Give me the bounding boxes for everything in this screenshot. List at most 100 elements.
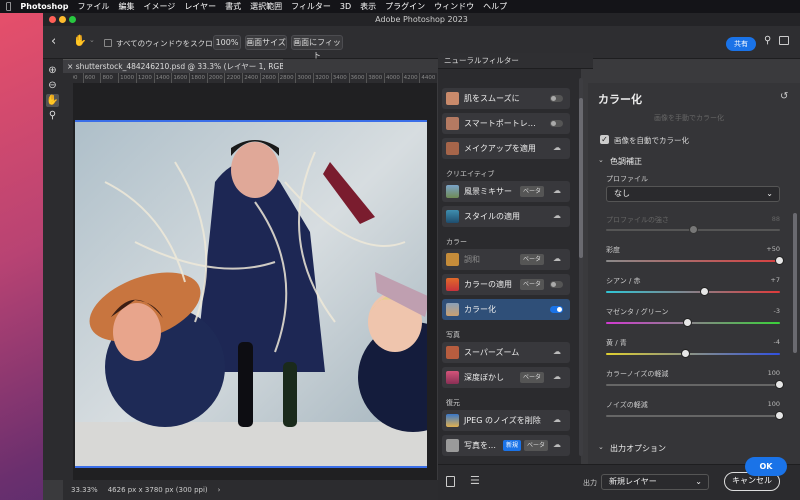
cloud-download-icon[interactable]: ☁ bbox=[551, 372, 563, 382]
fit-screen-button[interactable]: 画面にフィット bbox=[291, 35, 343, 60]
zoom-tool-icon[interactable]: ⚲ bbox=[46, 109, 59, 122]
zoom-level[interactable]: 33.33% bbox=[71, 486, 98, 494]
cloud-download-icon[interactable]: ☁ bbox=[551, 347, 563, 357]
group-photo: 写真 bbox=[446, 331, 460, 339]
beta-badge: ベータ bbox=[520, 279, 545, 290]
close-tab-icon[interactable]: × bbox=[67, 62, 73, 71]
slider-track[interactable] bbox=[606, 353, 780, 355]
slider-knob[interactable] bbox=[775, 380, 784, 389]
menu-view[interactable]: 表示 bbox=[360, 1, 376, 12]
filter-jpeg-artifacts[interactable]: JPEG のノイズを削除 ☁ bbox=[442, 410, 570, 431]
search-icon[interactable]: ⚲ bbox=[764, 35, 771, 46]
cloud-download-icon[interactable]: ☁ bbox=[551, 440, 563, 450]
chevron-down-icon[interactable]: ⌄ bbox=[89, 36, 95, 44]
home-icon[interactable]: ‹ bbox=[51, 34, 56, 49]
smart-portrait-toggle[interactable] bbox=[550, 120, 563, 127]
hand-tool-preset-icon[interactable]: ✋ bbox=[73, 34, 87, 47]
ruler-tick-label: 600 bbox=[82, 73, 101, 83]
window-title: Adobe Photoshop 2023 bbox=[375, 15, 468, 24]
filter-harmony[interactable]: 調和 ベータ ☁ bbox=[442, 249, 570, 270]
slider-track[interactable] bbox=[606, 291, 780, 293]
colorized-photo[interactable] bbox=[75, 120, 468, 468]
slider-track[interactable] bbox=[606, 415, 780, 417]
document-tab-title: shutterstock_484246210.psd @ 33.3% (レイヤー… bbox=[75, 62, 283, 71]
minimize-window-button[interactable] bbox=[59, 16, 66, 23]
scroll-all-checkbox[interactable] bbox=[104, 39, 112, 47]
filter-super-zoom[interactable]: スーパーズーム ☁ bbox=[442, 342, 570, 363]
color-transfer-toggle[interactable] bbox=[550, 281, 563, 288]
cloud-download-icon[interactable]: ☁ bbox=[551, 143, 563, 153]
zoom-window-button[interactable] bbox=[69, 16, 76, 23]
document-tab[interactable]: × shutterstock_484246210.psd @ 33.3% (レイ… bbox=[63, 59, 283, 73]
filter-style-transfer[interactable]: スタイルの適用 ☁ bbox=[442, 206, 570, 227]
slider-knob[interactable] bbox=[775, 256, 784, 265]
share-button[interactable]: 共有 bbox=[726, 37, 756, 51]
app-name[interactable]: Photoshop bbox=[20, 2, 68, 11]
ruler-tick-label: 3200 bbox=[313, 73, 330, 83]
output-options-header[interactable]: 出力オプション bbox=[610, 443, 666, 454]
slider-knob[interactable] bbox=[681, 349, 691, 358]
profile-strength-knob[interactable] bbox=[689, 225, 698, 234]
menu-image[interactable]: イメージ bbox=[143, 1, 175, 12]
menu-filter[interactable]: フィルター bbox=[291, 1, 331, 12]
cloud-download-icon[interactable]: ☁ bbox=[551, 186, 563, 196]
reset-icon[interactable]: ↺ bbox=[780, 91, 788, 102]
auto-colorize-checkbox[interactable]: ✓ bbox=[600, 135, 609, 144]
cloud-download-icon[interactable]: ☁ bbox=[551, 211, 563, 221]
slider-track[interactable] bbox=[606, 260, 780, 262]
slider-knob[interactable] bbox=[682, 318, 692, 327]
zoom-in-icon[interactable]: ⊕ bbox=[46, 64, 59, 77]
slider-knob[interactable] bbox=[775, 411, 784, 420]
ok-button[interactable]: OK bbox=[745, 457, 787, 476]
menu-file[interactable]: ファイル bbox=[77, 1, 109, 12]
close-window-button[interactable] bbox=[49, 16, 56, 23]
menu-plugins[interactable]: プラグイン bbox=[385, 1, 425, 12]
screen-size-button[interactable]: 画面サイズ bbox=[245, 35, 287, 50]
slider-label: シアン / 赤 bbox=[606, 277, 641, 285]
cloud-download-icon[interactable]: ☁ bbox=[551, 415, 563, 425]
slider-knob[interactable] bbox=[700, 287, 710, 296]
zoom-out-icon[interactable]: ⊖ bbox=[46, 79, 59, 92]
apple-icon[interactable]:  bbox=[6, 2, 11, 12]
profile-dropdown[interactable]: なし ⌄ bbox=[606, 186, 780, 202]
smooth-skin-toggle[interactable] bbox=[550, 95, 563, 102]
preview-split-icon[interactable] bbox=[446, 476, 455, 487]
menu-type[interactable]: 書式 bbox=[225, 1, 241, 12]
zoom-100-button[interactable]: 100% bbox=[213, 35, 241, 50]
horizontal-ruler: 4006008001000120014001600180020002200240… bbox=[65, 73, 437, 83]
menu-select[interactable]: 選択範囲 bbox=[250, 1, 282, 12]
menu-edit[interactable]: 編集 bbox=[118, 1, 134, 12]
filter-smart-portrait[interactable]: スマートポートレ… bbox=[442, 113, 570, 134]
color-transfer-thumbnail bbox=[446, 278, 459, 291]
options-bar: ‹ ✋ ⌄ すべてのウィンドウをスクロール 100% 画面サイズ 画面にフィット… bbox=[43, 26, 800, 60]
cloud-download-icon[interactable]: ☁ bbox=[551, 254, 563, 264]
menu-help[interactable]: ヘルプ bbox=[483, 1, 507, 12]
filter-landscape-mixer[interactable]: 風景ミキサー ベータ ☁ bbox=[442, 181, 570, 202]
menu-layer[interactable]: レイヤー bbox=[184, 1, 216, 12]
filter-colorize[interactable]: カラー化 bbox=[442, 299, 570, 320]
adjust-section-header[interactable]: 色調補正 bbox=[610, 156, 642, 167]
slider-track[interactable] bbox=[606, 384, 780, 386]
filter-color-transfer[interactable]: カラーの適用 ベータ bbox=[442, 274, 570, 295]
chevron-down-icon[interactable]: ⌄ bbox=[598, 443, 604, 451]
chevron-right-icon[interactable]: › bbox=[218, 486, 221, 494]
chevron-down-icon[interactable]: ⌄ bbox=[598, 156, 604, 164]
filter-depth-blur[interactable]: 深度ぼかし ベータ ☁ bbox=[442, 367, 570, 388]
output-dropdown[interactable]: 新規レイヤー ⌄ bbox=[601, 474, 709, 490]
filter-list-scroll-thumb[interactable] bbox=[579, 98, 583, 258]
layers-icon[interactable]: ☰ bbox=[470, 474, 480, 487]
filter-makeup[interactable]: メイクアップを適用 ☁ bbox=[442, 138, 570, 159]
menu-3d[interactable]: 3D bbox=[340, 2, 351, 11]
menu-window[interactable]: ウィンドウ bbox=[434, 1, 474, 12]
colorize-toggle[interactable] bbox=[550, 306, 563, 313]
slider-label: 彩度 bbox=[606, 246, 620, 254]
workspace-icon[interactable] bbox=[779, 36, 789, 45]
slider-value: -3 bbox=[773, 307, 780, 315]
neural-filters-tab[interactable]: ニューラルフィルター bbox=[438, 53, 593, 69]
settings-scrollbar[interactable] bbox=[793, 213, 797, 353]
slider-track[interactable] bbox=[606, 322, 780, 324]
filter-smooth-skin[interactable]: 肌をスムーズに bbox=[442, 88, 570, 109]
filter-photo-restoration[interactable]: 写真を… 新規 ベータ ☁ bbox=[442, 435, 570, 456]
hand-tool-icon[interactable]: ✋ bbox=[46, 94, 59, 107]
super-zoom-thumbnail bbox=[446, 346, 459, 359]
